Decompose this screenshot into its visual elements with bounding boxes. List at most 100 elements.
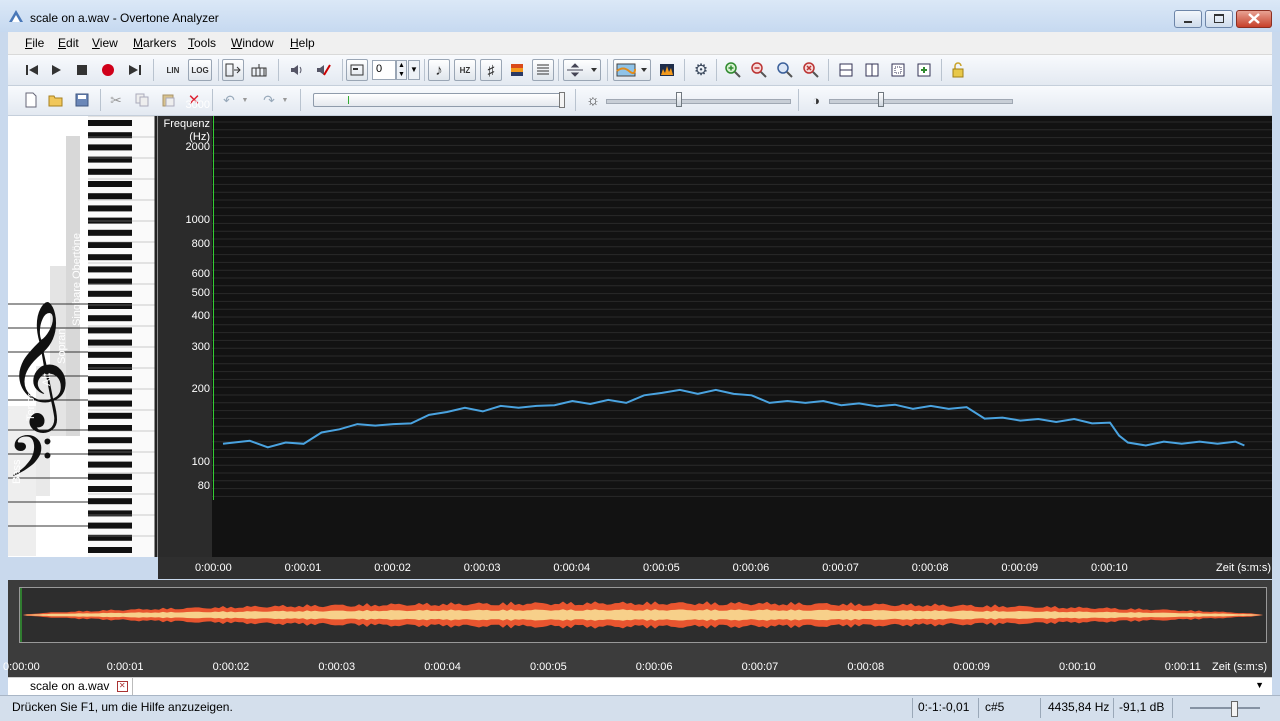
menu-bar: File Edit View Markers Tools Window Help: [8, 32, 1272, 55]
waveform-overview[interactable]: 0:00:00 0:00:01 0:00:02 0:00:03 0:00:04 0:00:…: [3, 580, 1272, 678]
copy-icon[interactable]: [131, 89, 153, 111]
y-tick-label: 400: [191, 310, 210, 323]
piano-black-key: [88, 376, 132, 383]
play-icon[interactable]: [45, 59, 67, 81]
chevron-down-icon[interactable]: ▼: [279, 89, 291, 111]
maximize-button[interactable]: [1205, 10, 1233, 28]
x-tick-label: 0:00:08: [911, 562, 949, 574]
record-icon[interactable]: [97, 59, 119, 81]
color-scale-icon[interactable]: [506, 59, 528, 81]
piano-black-key: [88, 217, 132, 224]
piano-black-key: [88, 168, 132, 175]
zoom-reset-icon[interactable]: [800, 59, 822, 81]
piano-icon[interactable]: [248, 59, 270, 81]
view-mode-icon[interactable]: [222, 59, 244, 81]
brightness-slider[interactable]: [606, 99, 791, 104]
fullscreen-icon[interactable]: [887, 59, 909, 81]
paste-icon[interactable]: [157, 89, 179, 111]
piano-black-key: [88, 315, 132, 322]
tab-document[interactable]: scale on a.wav ✕: [16, 678, 133, 695]
piano-black-key: [88, 364, 132, 370]
menu-view[interactable]: View: [92, 36, 118, 50]
zoom-in-icon[interactable]: [722, 59, 744, 81]
skip-start-icon[interactable]: [21, 59, 43, 81]
toolbar-separator: [716, 59, 717, 81]
status-note: c#5: [985, 700, 1005, 714]
waveform-tick-label: 0:00:08: [847, 661, 885, 673]
menu-file[interactable]: File: [25, 36, 44, 50]
sharp-button[interactable]: ♯: [480, 59, 502, 81]
note-icon[interactable]: ♪: [428, 59, 450, 81]
volume-slider[interactable]: [1190, 707, 1260, 709]
x-tick-label: 0:00:03: [463, 562, 501, 574]
title-bar[interactable]: scale on a.wav - Overtone Analyzer: [0, 0, 1280, 32]
lines-icon[interactable]: [532, 59, 554, 81]
split-vertical-icon[interactable]: [861, 59, 883, 81]
piano-black-key: [88, 412, 132, 419]
settings-gear-icon[interactable]: ⚙: [690, 59, 712, 81]
linear-scale-button[interactable]: LIN: [161, 59, 185, 81]
toolbar-separator: [153, 59, 154, 81]
volume-slider-thumb[interactable]: [1231, 701, 1238, 717]
menu-window[interactable]: Window: [231, 36, 274, 50]
close-button[interactable]: [1236, 10, 1272, 28]
contrast-slider-thumb[interactable]: [878, 92, 884, 107]
redo-icon[interactable]: ↷: [258, 89, 280, 111]
palette-dropdown[interactable]: [613, 59, 651, 81]
contrast-icon[interactable]: ◑: [805, 89, 827, 111]
status-help-text: Drücken Sie F1, um die Hilfe anzuzeigen.: [12, 700, 233, 714]
spectrum-icon[interactable]: [656, 59, 678, 81]
status-separator: [978, 698, 979, 718]
y-tick-label: 300: [191, 340, 210, 353]
minimize-button[interactable]: [1174, 10, 1202, 28]
log-scale-button[interactable]: LOG: [188, 59, 212, 81]
piano-black-key: [88, 351, 132, 358]
add-window-icon[interactable]: [913, 59, 935, 81]
contrast-slider[interactable]: [829, 99, 1013, 104]
menu-help[interactable]: Help: [290, 36, 315, 50]
transpose-input[interactable]: 0: [372, 60, 396, 80]
piano-black-key: [88, 400, 132, 407]
mute-icon[interactable]: [312, 59, 334, 81]
y-tick-label: 3000: [185, 98, 210, 111]
toolbar-separator: [218, 59, 219, 81]
y-tick-label: 800: [191, 237, 210, 250]
scroll-thumb[interactable]: [559, 92, 565, 108]
transpose-stepper[interactable]: ▲ ▼: [396, 60, 407, 80]
x-tick-label: 0:00:01: [284, 562, 322, 574]
tab-list-chevron-down-icon[interactable]: ▼: [1255, 680, 1264, 690]
menu-markers[interactable]: Markers: [133, 36, 176, 50]
lock-icon[interactable]: [947, 59, 969, 81]
tab-close-icon[interactable]: ✕: [116, 681, 128, 693]
transpose-icon[interactable]: [346, 59, 368, 81]
chevron-down-icon[interactable]: ▼: [408, 60, 420, 80]
menu-edit[interactable]: Edit: [58, 36, 79, 50]
split-horizontal-icon[interactable]: [835, 59, 857, 81]
menu-tools[interactable]: Tools: [188, 36, 216, 50]
piano-black-key: [88, 303, 132, 309]
zoom-fit-dropdown[interactable]: [563, 59, 601, 81]
open-folder-icon[interactable]: [45, 89, 67, 111]
spectrogram-plot[interactable]: [212, 116, 1272, 557]
tab-label: scale on a.wav: [30, 679, 110, 693]
save-icon[interactable]: [71, 89, 93, 111]
waveform-tick-label: 0:00:07: [741, 661, 779, 673]
hertz-button[interactable]: HZ: [454, 59, 476, 81]
chevron-down-icon[interactable]: ▼: [239, 89, 251, 111]
y-tick-label: 2000: [185, 141, 210, 154]
skip-end-icon[interactable]: [124, 59, 146, 81]
zoom-out-icon[interactable]: [748, 59, 770, 81]
piano-black-key: [88, 254, 132, 261]
y-tick-label: 80: [197, 479, 210, 492]
zoom-fit-icon[interactable]: [774, 59, 796, 81]
speaker-icon[interactable]: [286, 59, 308, 81]
y-tick-label: 600: [191, 267, 210, 280]
position-scrollbar[interactable]: [313, 92, 565, 108]
new-file-icon[interactable]: [20, 89, 42, 111]
brightness-icon[interactable]: ☼: [582, 89, 604, 111]
cut-icon[interactable]: ✂: [105, 89, 127, 111]
pitch-chart: [212, 116, 1272, 500]
undo-icon[interactable]: ↶: [218, 89, 240, 111]
brightness-slider-thumb[interactable]: [676, 92, 682, 107]
stop-icon[interactable]: [71, 59, 93, 81]
